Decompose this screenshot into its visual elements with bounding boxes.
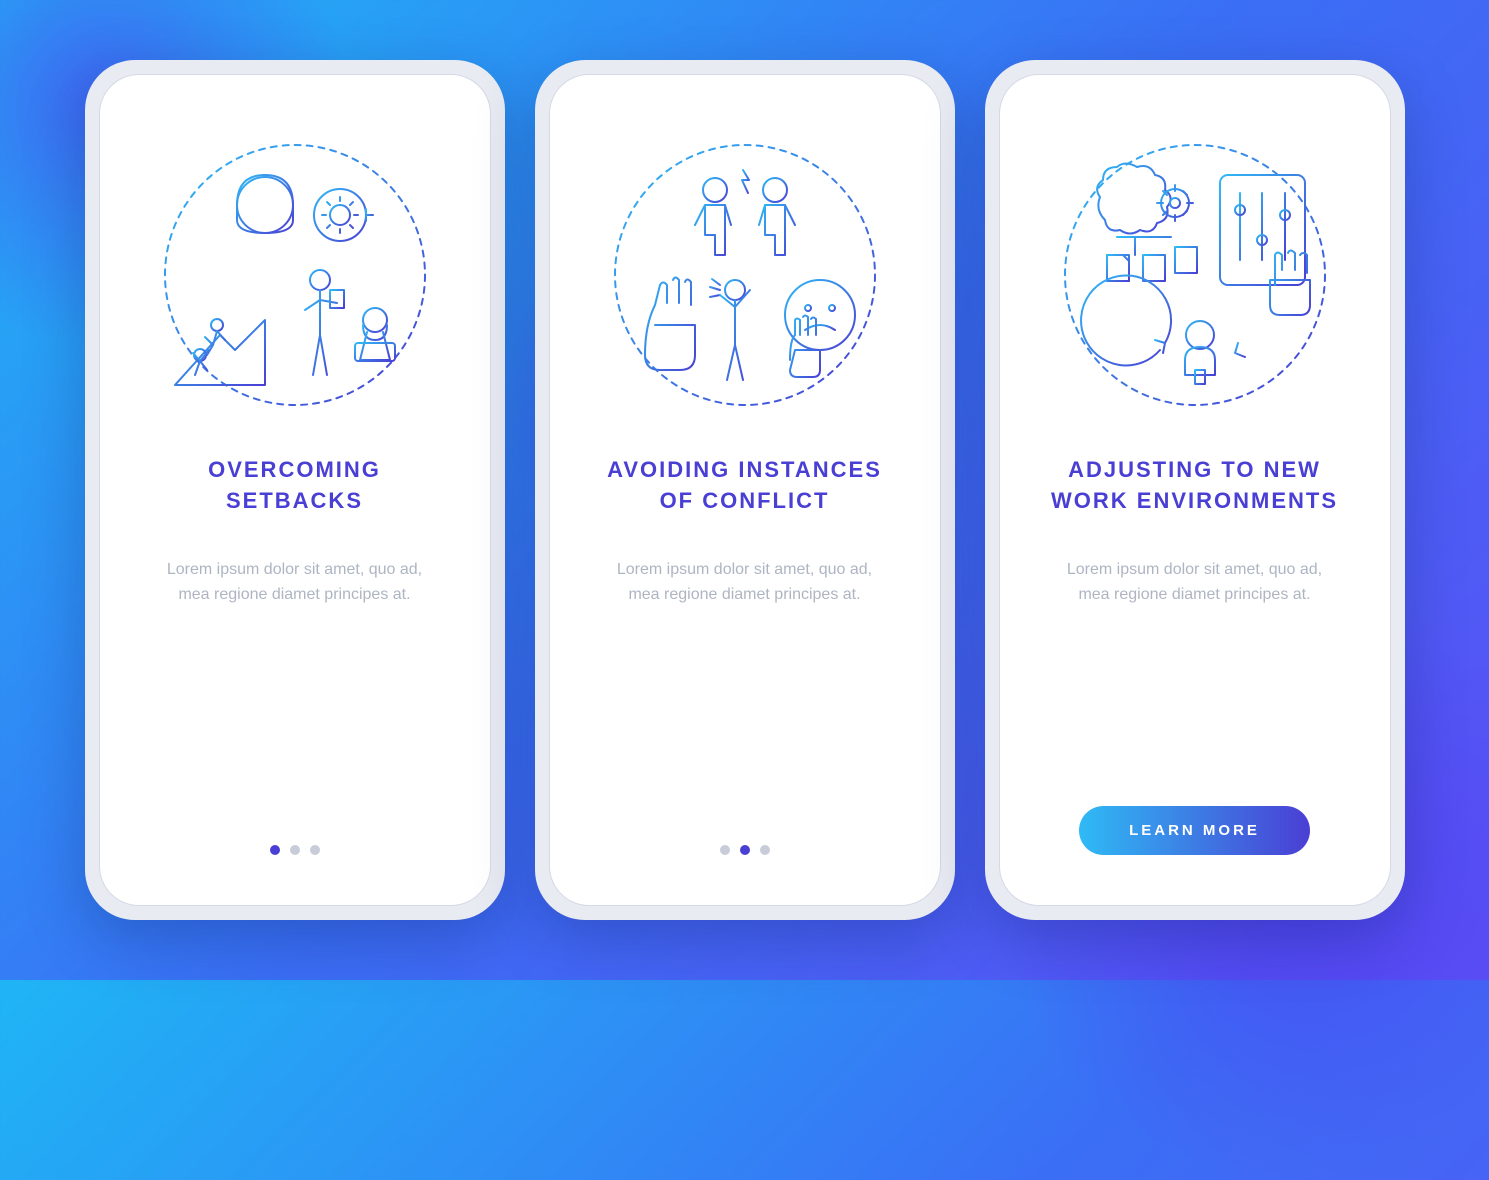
phone-mockup-3: ADJUSTING TO NEW WORK ENVIRONMENTS Lorem… (985, 60, 1405, 920)
page-indicator (270, 845, 320, 855)
phone-mockup-1: OVERCOMING SETBACKS Lorem ipsum dolor si… (85, 60, 505, 920)
screen-headline: ADJUSTING TO NEW WORK ENVIRONMENTS (1030, 455, 1360, 517)
phone-screen: OVERCOMING SETBACKS Lorem ipsum dolor si… (99, 74, 491, 906)
phone-mockup-2: AVOIDING INSTANCES OF CONFLICT Lorem ips… (535, 60, 955, 920)
phone-screen: AVOIDING INSTANCES OF CONFLICT Lorem ips… (549, 74, 941, 906)
page-indicator (720, 845, 770, 855)
avoiding-conflict-illustration (595, 125, 895, 425)
overcoming-setbacks-illustration (145, 125, 445, 425)
phone-screen: ADJUSTING TO NEW WORK ENVIRONMENTS Lorem… (999, 74, 1391, 906)
page-dot-1[interactable] (720, 845, 730, 855)
page-dot-2[interactable] (740, 845, 750, 855)
page-dot-3[interactable] (760, 845, 770, 855)
page-dot-3[interactable] (310, 845, 320, 855)
learn-more-button[interactable]: LEARN MORE (1079, 806, 1310, 855)
screen-body: Lorem ipsum dolor sit amet, quo ad, mea … (580, 557, 910, 845)
adjusting-work-illustration (1045, 125, 1345, 425)
page-dot-1[interactable] (270, 845, 280, 855)
page-dot-2[interactable] (290, 845, 300, 855)
screen-headline: OVERCOMING SETBACKS (130, 455, 460, 517)
screen-headline: AVOIDING INSTANCES OF CONFLICT (580, 455, 910, 517)
screen-body: Lorem ipsum dolor sit amet, quo ad, mea … (130, 557, 460, 845)
screen-body: Lorem ipsum dolor sit amet, quo ad, mea … (1030, 557, 1360, 806)
